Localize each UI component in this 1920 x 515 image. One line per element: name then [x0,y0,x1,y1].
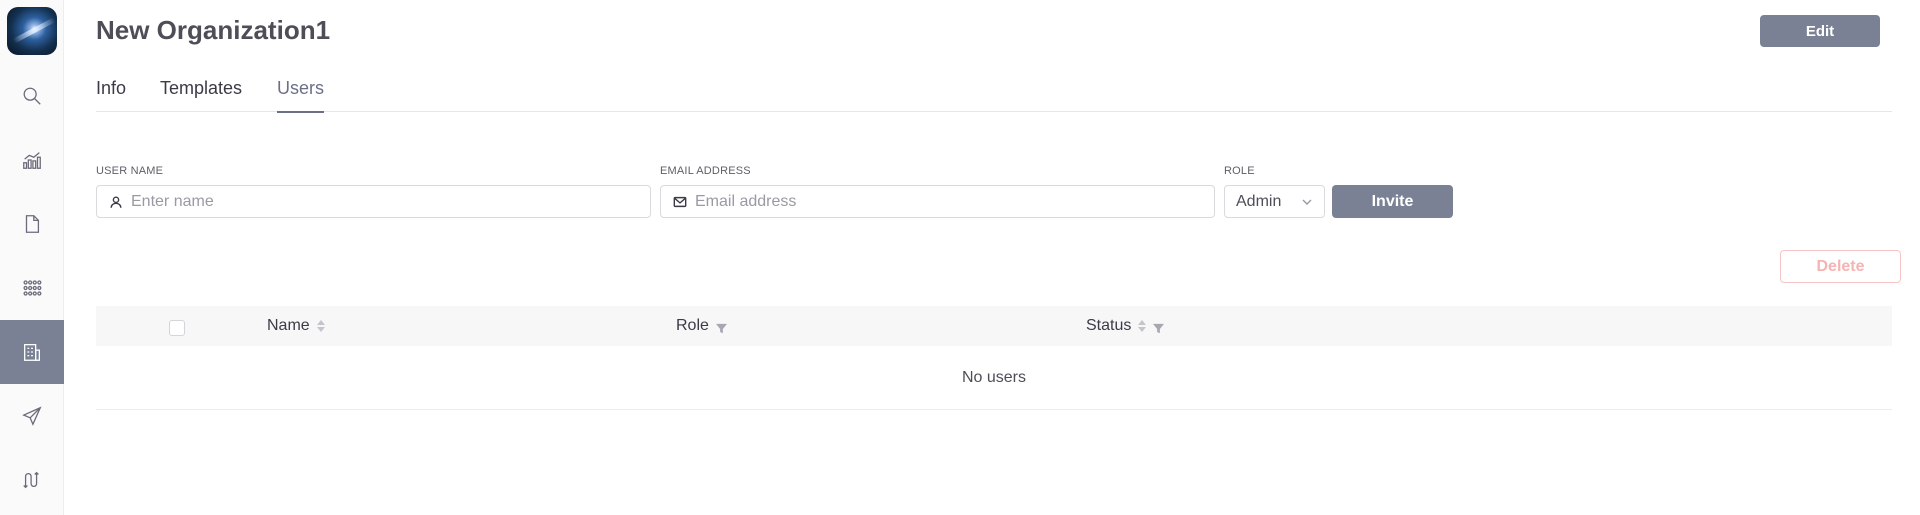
table-header: Name Role Status [96,306,1892,346]
sort-icon[interactable] [1138,320,1147,332]
page-title: New Organization1 [96,15,331,45]
search-icon [23,87,41,105]
tab-users[interactable]: Users [277,78,325,113]
chevron-down-icon [1301,195,1313,207]
flow-icon [23,471,39,489]
column-header-status-label: Status [1086,317,1132,334]
sidebar-item-organizations[interactable] [0,320,64,384]
email-field[interactable] [660,185,1215,218]
filter-icon[interactable] [715,321,727,333]
sidebar-item-search[interactable] [0,64,64,128]
building-icon [24,344,40,361]
user-icon [110,195,122,208]
email-input[interactable] [695,192,1214,211]
column-header-name-label: Name [267,317,310,334]
column-header-role-label: Role [676,317,709,334]
user-name-field[interactable] [96,185,651,218]
column-header-name[interactable]: Name [267,317,325,335]
select-all-checkbox[interactable] [169,320,185,336]
column-header-status[interactable]: Status [1086,317,1165,335]
document-icon [25,215,40,233]
sort-icon[interactable] [316,320,325,332]
empty-state: No users [96,346,1892,410]
filter-icon[interactable] [1153,321,1165,333]
invite-button[interactable]: Invite [1332,185,1453,218]
column-header-role[interactable]: Role [676,317,727,335]
apps-grid-icon [23,280,42,296]
sidebar-item-send[interactable] [0,384,64,448]
sidebar-item-documents[interactable] [0,192,64,256]
role-label: ROLE [1224,165,1255,177]
email-label: EMAIL ADDRESS [660,165,751,177]
tab-bar: Info Templates Users [96,72,1892,113]
analytics-icon [23,152,41,169]
send-icon [22,406,42,426]
sidebar-item-flows[interactable] [0,448,64,512]
sidebar-item-apps[interactable] [0,256,64,320]
user-name-input[interactable] [131,192,650,211]
mail-icon [673,196,687,207]
edit-button[interactable]: Edit [1760,15,1880,47]
delete-button[interactable]: Delete [1780,250,1901,283]
main-content: New Organization1 Edit Info Templates Us… [96,0,1901,515]
user-name-label: USER NAME [96,165,164,177]
sidebar [0,0,64,515]
role-select[interactable]: Admin [1224,185,1325,218]
sidebar-item-analytics[interactable] [0,128,64,192]
app-logo[interactable] [7,7,57,55]
role-select-value: Admin [1236,192,1282,210]
tab-templates[interactable]: Templates [160,78,242,111]
tab-info[interactable]: Info [96,78,126,111]
